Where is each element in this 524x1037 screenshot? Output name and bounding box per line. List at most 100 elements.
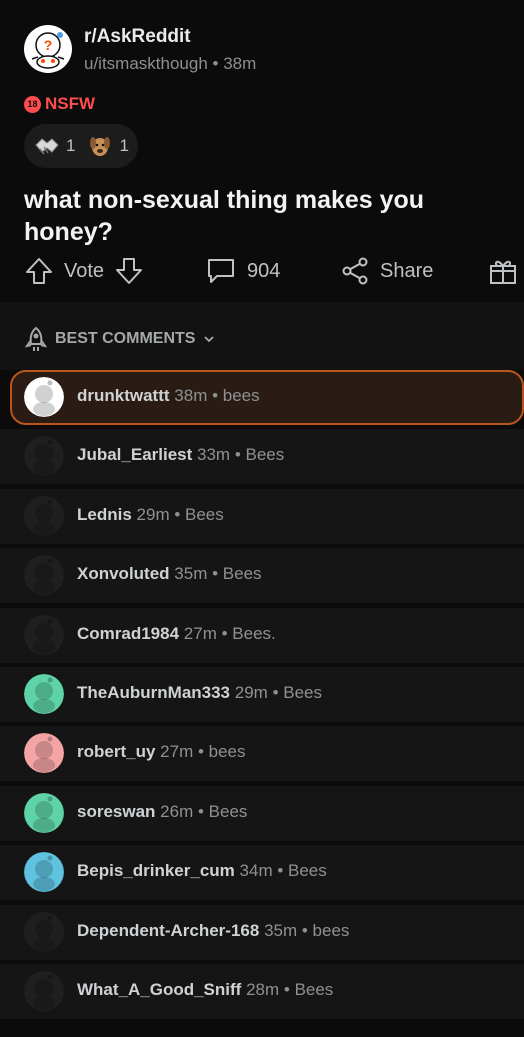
comment-line: TheAuburnMan333 29m • Bees: [77, 683, 322, 703]
comments-button[interactable]: 904: [205, 240, 280, 302]
downvote-arrow-icon[interactable]: [114, 256, 144, 286]
user-avatar-icon[interactable]: [24, 970, 64, 1011]
comment-body: bees: [208, 742, 246, 762]
separator-dot: •: [193, 742, 209, 762]
comment-line: Dependent-Archer-168 35m • bees: [77, 921, 349, 941]
award-button[interactable]: [488, 240, 518, 302]
comment-body: Bees: [222, 564, 262, 584]
dog-award-icon: [90, 137, 111, 156]
comment-row[interactable]: Dependent-Archer-168 35m • bees: [0, 904, 524, 960]
nsfw-badge-icon: 18: [24, 95, 41, 113]
comment-username[interactable]: Lednis: [77, 505, 132, 524]
comment-age: 35m: [264, 920, 298, 940]
comment-line: What_A_Good_Sniff 28m • Bees: [77, 980, 333, 1000]
comment-sort-bar: BEST COMMENTS: [0, 302, 524, 370]
svg-text:?: ?: [44, 37, 53, 53]
chevron-down-icon: [204, 336, 215, 343]
separator-dot: •: [207, 386, 223, 405]
comment-age: 27m: [183, 623, 217, 643]
separator-dot: •: [230, 445, 246, 465]
comment-username[interactable]: drunktwattt: [77, 386, 170, 405]
user-avatar-icon[interactable]: [24, 911, 64, 952]
share-label: Share: [380, 259, 434, 282]
subreddit-avatar[interactable]: ?: [24, 25, 72, 73]
post-title[interactable]: what non-sexual thing makes you honey?: [24, 184, 514, 248]
separator-dot: •: [297, 920, 313, 940]
subreddit-name[interactable]: r/AskReddit: [84, 26, 191, 48]
comment-age: 35m: [174, 564, 208, 584]
comment-body: Bees: [245, 445, 285, 465]
comment-line: Xonvoluted 35m • Bees: [77, 564, 262, 584]
user-avatar-icon[interactable]: [24, 852, 64, 893]
post-actions-bar: Vote 904 Share: [0, 240, 524, 302]
upvote-arrow-icon[interactable]: [24, 256, 54, 286]
comment-line: Bepis_drinker_cum 34m • Bees: [77, 861, 327, 881]
comment-line: Jubal_Earliest 33m • Bees: [77, 445, 284, 465]
comment-username[interactable]: soreswan: [77, 802, 155, 821]
comment-username[interactable]: Dependent-Archer-168: [77, 921, 259, 940]
nsfw-tag: 18 NSFW: [24, 94, 95, 114]
award-item: 1: [34, 135, 75, 157]
comment-row[interactable]: soreswan 26m • Bees: [0, 785, 524, 841]
comment-age: 34m: [239, 861, 273, 881]
comment-line: robert_uy 27m • bees: [77, 742, 246, 762]
comment-username[interactable]: Jubal_Earliest: [77, 445, 192, 464]
user-avatar-icon[interactable]: [24, 377, 64, 417]
comment-age: 26m: [160, 801, 194, 821]
user-avatar-icon[interactable]: [24, 495, 64, 536]
separator-dot: •: [267, 682, 284, 702]
comment-username[interactable]: Comrad1984: [77, 624, 179, 643]
comment-row[interactable]: What_A_Good_Sniff 28m • Bees: [0, 963, 524, 1019]
share-button[interactable]: Share: [340, 240, 433, 302]
user-avatar-icon[interactable]: [24, 436, 64, 477]
comment-body: Bees.: [232, 623, 276, 643]
separator-dot: •: [279, 979, 295, 999]
comment-age: 33m: [197, 445, 231, 465]
comment-age: 27m: [160, 742, 194, 762]
separator-dot: •: [216, 623, 233, 643]
user-avatar-icon[interactable]: [24, 614, 64, 655]
post-card: ? r/AskReddit u/itsmaskthough • 38m 18 N…: [0, 0, 524, 370]
awards-pill[interactable]: 1 1: [24, 124, 138, 168]
separator-dot: •: [272, 861, 289, 881]
comment-row[interactable]: Xonvoluted 35m • Bees: [0, 548, 524, 604]
comments-count: 904: [247, 259, 281, 282]
comment-username[interactable]: robert_uy: [77, 742, 155, 761]
gift-award-icon: [490, 260, 516, 284]
comment-username[interactable]: Bepis_drinker_cum: [77, 861, 235, 880]
comment-age: 29m: [234, 682, 268, 702]
comments-list: drunktwattt 38m • bees Jubal_Earliest 33m…: [0, 370, 524, 1023]
comment-body: bees: [222, 386, 260, 405]
separator-dot: •: [169, 504, 186, 524]
comment-line: Comrad1984 27m • Bees.: [77, 624, 276, 644]
comment-body: Bees: [288, 861, 327, 881]
comment-line: soreswan 26m • Bees: [77, 802, 247, 822]
user-avatar-icon[interactable]: [24, 555, 64, 596]
rocket-icon: [24, 326, 48, 351]
comment-row[interactable]: Lednis 29m • Bees: [0, 488, 524, 544]
comment-row[interactable]: drunktwattt 38m • bees: [10, 370, 524, 425]
comment-username[interactable]: TheAuburnMan333: [77, 683, 230, 702]
comment-username[interactable]: What_A_Good_Sniff: [77, 980, 241, 999]
comment-row[interactable]: robert_uy 27m • bees: [0, 726, 524, 782]
comment-body: Bees: [294, 979, 334, 999]
sort-dropdown[interactable]: BEST COMMENTS: [24, 326, 216, 352]
separator-dot: •: [207, 564, 223, 584]
comment-age: 29m: [136, 504, 170, 524]
user-avatar-icon[interactable]: [24, 792, 64, 833]
separator-dot: •: [193, 801, 209, 821]
comment-username[interactable]: Xonvoluted: [77, 564, 170, 583]
user-avatar-icon[interactable]: [24, 673, 64, 714]
comment-row[interactable]: Jubal_Earliest 33m • Bees: [0, 429, 524, 485]
comment-row[interactable]: TheAuburnMan333 29m • Bees: [0, 666, 524, 722]
post-header: ? r/AskReddit u/itsmaskthough • 38m: [0, 0, 524, 92]
award-count: 1: [66, 136, 76, 155]
vote-group: Vote: [24, 240, 144, 302]
comment-row[interactable]: Bepis_drinker_cum 34m • Bees: [0, 845, 524, 901]
post-meta[interactable]: u/itsmaskthough • 38m: [84, 54, 256, 74]
comment-row[interactable]: Comrad1984 27m • Bees.: [0, 607, 524, 663]
user-avatar-icon[interactable]: [24, 733, 64, 774]
sort-label: BEST COMMENTS: [55, 330, 196, 347]
comment-body: Bees: [283, 682, 322, 702]
award-item: 1: [87, 134, 129, 158]
